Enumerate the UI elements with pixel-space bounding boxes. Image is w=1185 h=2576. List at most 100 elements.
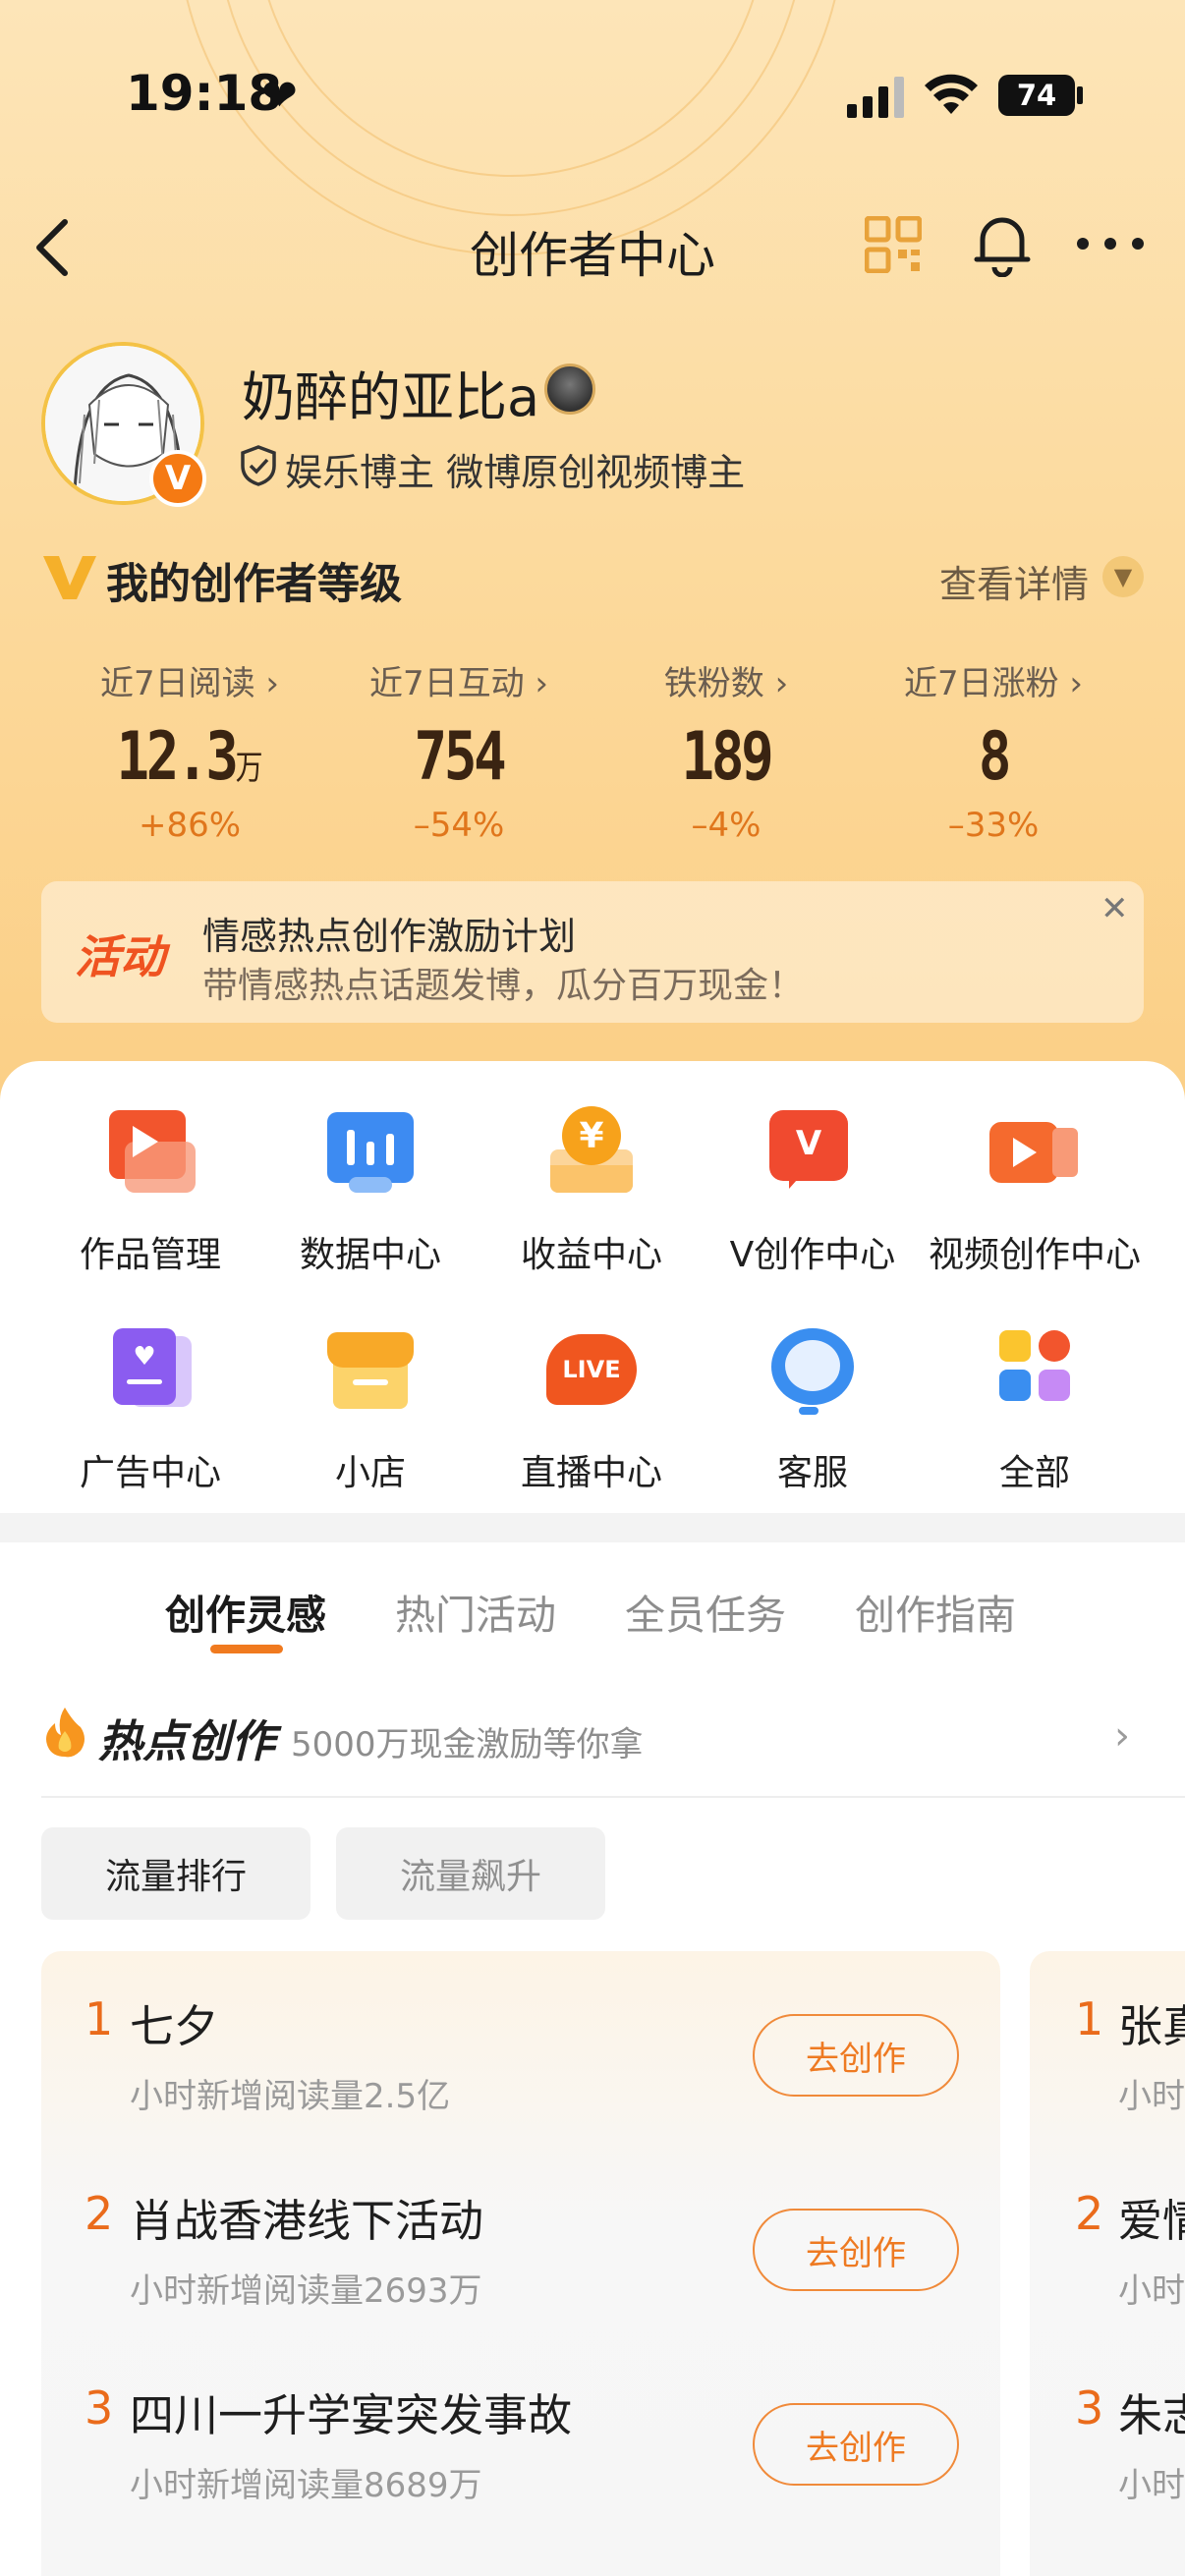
go-create-button[interactable]: 去创作 [753,2209,959,2291]
stat-delta: +86% [138,806,242,845]
tool-income[interactable]: ¥ 收益中心 [480,1106,703,1277]
topic-subtitle: 小时新增阅读量2693万 [130,2271,482,2311]
tool-all[interactable]: 全部 [924,1324,1146,1495]
tool-v-create[interactable]: V V创作中心 [702,1106,924,1277]
stat-label: 铁粉数 [663,664,764,703]
go-create-button[interactable]: 去创作 [753,2014,959,2097]
tool-works[interactable]: 作品管理 [39,1106,261,1277]
tool-video[interactable]: 视频创作中心 [924,1106,1146,1277]
video-icon [988,1106,1082,1201]
chevron-down-icon[interactable]: ▼ [1102,556,1144,597]
banner-subtitle: 带情感热点话题发博，瓜分百万现金！ [202,966,805,1006]
tool-label: 作品管理 [79,1235,221,1275]
stat-weekly-reads[interactable]: 近7日阅读 › 12.3万 +86% [47,656,332,845]
tab-hot-activities[interactable]: 热门活动 [395,1582,556,1641]
all-icon [988,1324,1082,1419]
tool-ad[interactable]: ♥ 广告中心 [39,1324,261,1495]
tool-label: 小店 [334,1453,406,1493]
topic-subtitle: 小时新增阅读量2.5亿 [130,2077,451,2116]
ad-icon: ♥ [103,1324,198,1419]
rank-number: 1 [85,1992,114,2045]
topic-subtitle: 小时 [1118,2466,1185,2505]
stat-delta: –54% [413,806,505,845]
username[interactable]: 奶醉的亚比a [242,354,539,431]
view-details-link[interactable]: 查看详情 [939,554,1089,608]
section-divider [0,1513,1185,1542]
ranking-peek: 1 张真 小时 2 爱情 小时 3 朱志 小时 [1030,1951,1185,2576]
stat-value: 189 [681,718,774,796]
chip-traffic-rise[interactable]: 流量飙升 [336,1827,605,1920]
data-icon [323,1106,418,1201]
rank-number: 2 [1075,2187,1104,2240]
tool-label: 客服 [776,1453,848,1493]
topic-subtitle: 小时新增阅读量8689万 [130,2466,482,2505]
go-create-button[interactable]: 去创作 [753,2403,959,2486]
rank-number: 3 [1075,2381,1104,2435]
rank-number: 2 [85,2187,114,2240]
more-icon[interactable] [1075,234,1146,253]
stat-weekly-interactions[interactable]: 近7日互动 › 754 –54% [316,656,601,845]
level-v-icon [43,556,96,599]
stat-label: 近7日互动 [368,664,525,703]
topic-subtitle: 小时 [1118,2077,1185,2116]
topic-title: 朱志 [1118,2389,1185,2441]
stat-delta: –33% [947,806,1040,845]
tool-label: 广告中心 [79,1453,221,1493]
tab-indicator [210,1645,283,1653]
divider-line [41,1796,1185,1798]
tool-label: 直播中心 [520,1453,662,1493]
tool-label: V创作中心 [729,1235,896,1275]
stat-label: 近7日阅读 [99,664,255,703]
tab-guide[interactable]: 创作指南 [855,1582,1016,1641]
topic-subtitle: 小时 [1118,2271,1185,2311]
tool-label: 视频创作中心 [928,1235,1141,1275]
tab-inspiration[interactable]: 创作灵感 [165,1582,326,1641]
tab-all-tasks[interactable]: 全员任务 [625,1582,786,1641]
stat-value: 12.3 [116,718,238,796]
topic-title[interactable]: 肖战香港线下活动 [130,2185,483,2249]
income-icon: ¥ [544,1106,639,1201]
bell-icon[interactable] [973,212,1032,277]
v-create-icon: V [765,1106,860,1201]
topic-title[interactable]: 七夕 [130,1990,218,2054]
qrcode-icon[interactable] [865,216,922,273]
tool-label: 全部 [998,1453,1070,1493]
status-time: 19:18 [126,65,283,122]
stat-unit: 万 [235,749,263,788]
level-title: 我的创作者等级 [106,560,402,609]
topic-title: 张真 [1118,2000,1185,2052]
stat-value: 754 [414,718,507,796]
chip-traffic-rank[interactable]: 流量排行 [41,1827,310,1920]
topic-title[interactable]: 四川一升学宴突发事故 [130,2380,572,2443]
stat-delta: –4% [691,806,762,845]
stat-weekly-fans[interactable]: 近7日涨粉 › 8 –33% [851,656,1136,845]
live-icon: LIVE [544,1324,639,1419]
stat-iron-fans[interactable]: 铁粉数 › 189 –4% [584,656,869,845]
stat-label: 近7日涨粉 [903,664,1059,703]
banner-tag: 活动 [75,930,165,983]
tool-shop[interactable]: 小店 [259,1324,481,1495]
banner-title: 情感热点创作激励计划 [202,915,577,958]
shield-icon [241,445,276,486]
verified-badge: V [149,450,206,507]
rank-number: 1 [1075,1992,1104,2045]
hot-creation-title: 热点创作 [98,1715,276,1767]
hot-creation-subtitle: 5000万现金激励等你拿 [291,1725,644,1764]
user-tags[interactable]: 娱乐博主 微博原创视频博主 [285,442,745,496]
tool-label: 数据中心 [299,1235,441,1275]
chevron-right-icon[interactable]: › [1114,1713,1130,1759]
tool-service[interactable]: 客服 [702,1324,924,1495]
wifi-icon [925,74,978,114]
shop-icon [323,1324,418,1419]
battery-cap [1077,86,1083,104]
rank-number: 3 [85,2381,114,2435]
flame-icon [46,1708,85,1758]
tool-data[interactable]: 数据中心 [259,1106,481,1277]
close-icon[interactable]: ✕ [1100,889,1129,928]
battery-indicator: 74 [998,75,1075,116]
heart-icon: ❤ [261,71,298,121]
medal-icon[interactable] [544,364,595,415]
works-icon [103,1106,198,1201]
signal-icon [847,77,904,118]
tool-live[interactable]: LIVE 直播中心 [480,1324,703,1495]
